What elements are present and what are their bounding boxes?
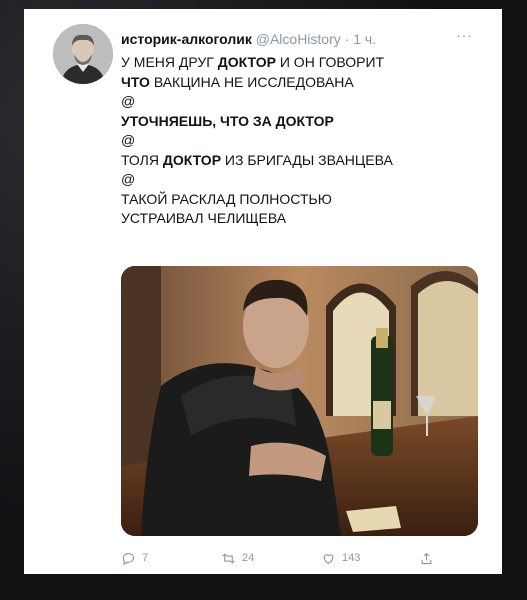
tweet-text-line: УТОЧНЯЕШЬ, ЧТО ЗА ДОКТОР [121,112,481,132]
tweet-text-span: УСТРАИВАЛ ЧЕЛИЩЕВА [121,210,287,226]
heart-icon [323,553,334,564]
tweet-text-bold: ЧТО [121,73,150,90]
tweet-text-span: @ [121,171,136,187]
header-separator: · [340,31,354,47]
author-handle[interactable]: @AlcoHistory [256,31,341,47]
like-button[interactable]: 143 [321,549,360,567]
reply-icon [122,552,135,565]
author-avatar[interactable] [53,24,113,84]
tweet-text-span: ТАКОЙ РАСКЛАД ПОЛНОСТЬЮ [121,190,332,207]
more-dots-icon[interactable]: ··· [456,28,476,44]
like-count: 143 [342,552,361,564]
tweet-text-span: ИЗ БРИГАДЫ ЗВАНЦЕВА [221,151,393,168]
tweet-actions: 7 24 143 [121,549,461,567]
tweet-text-line: @ [121,92,481,112]
tweet-text-line: ЧТО ВАКЦИНА НЕ ИССЛЕДОВАНА [121,73,481,93]
tweet-text-line: УСТРАИВАЛ ЧЕЛИЩЕВА [121,209,481,229]
tweet-text-line: ТОЛЯ ДОКТОР ИЗ БРИГАДЫ ЗВАНЦЕВА [121,151,481,171]
tweet-text-span: @ [121,132,136,148]
share-button[interactable] [419,549,434,567]
tweet-image[interactable] [121,266,478,536]
retweet-button[interactable]: 24 [221,549,254,567]
tweet-card[interactable]: историк-алкоголик @AlcoHistory · 1 ч. ··… [24,9,502,574]
tweet-text-span: @ [121,93,136,109]
tweet-text-span: ВАКЦИНА НЕ ИССЛЕДОВАНА [149,73,354,90]
tweet-text-line: @ [121,131,481,151]
tweet-text-bold: ДОКТОР [217,54,276,70]
tweet-text-bold: ДОКТОР [162,151,222,168]
retweet-icon [222,552,235,564]
tweet-text-bold: УТОЧНЯЕШЬ, ЧТО ЗА ДОКТОР [121,112,334,129]
tweet-text-line: У МЕНЯ ДРУГ ДОКТОР И ОН ГОВОРИТ [121,53,481,73]
reply-count: 7 [142,552,149,564]
tweet-text-line: @ [121,170,481,190]
tweet-timestamp[interactable]: 1 ч. [353,31,376,47]
tweet-text-line: ТАКОЙ РАСКЛАД ПОЛНОСТЬЮ [121,190,481,210]
reply-button[interactable]: 7 [121,549,148,567]
retweet-count: 24 [242,552,255,564]
share-icon [421,552,432,564]
author-name[interactable]: историк-алкоголик [121,31,252,47]
tweet-header: историк-алкоголик @AlcoHistory · 1 ч. [121,30,491,48]
tweet-text-span: ТОЛЯ [121,151,163,168]
tweet-text-span: И ОН ГОВОРИТ [275,54,385,70]
tweet-text-span: У МЕНЯ ДРУГ [121,54,218,70]
tweet-text: У МЕНЯ ДРУГ ДОКТОР И ОН ГОВОРИТ ЧТО ВАКЦИ… [121,53,481,229]
